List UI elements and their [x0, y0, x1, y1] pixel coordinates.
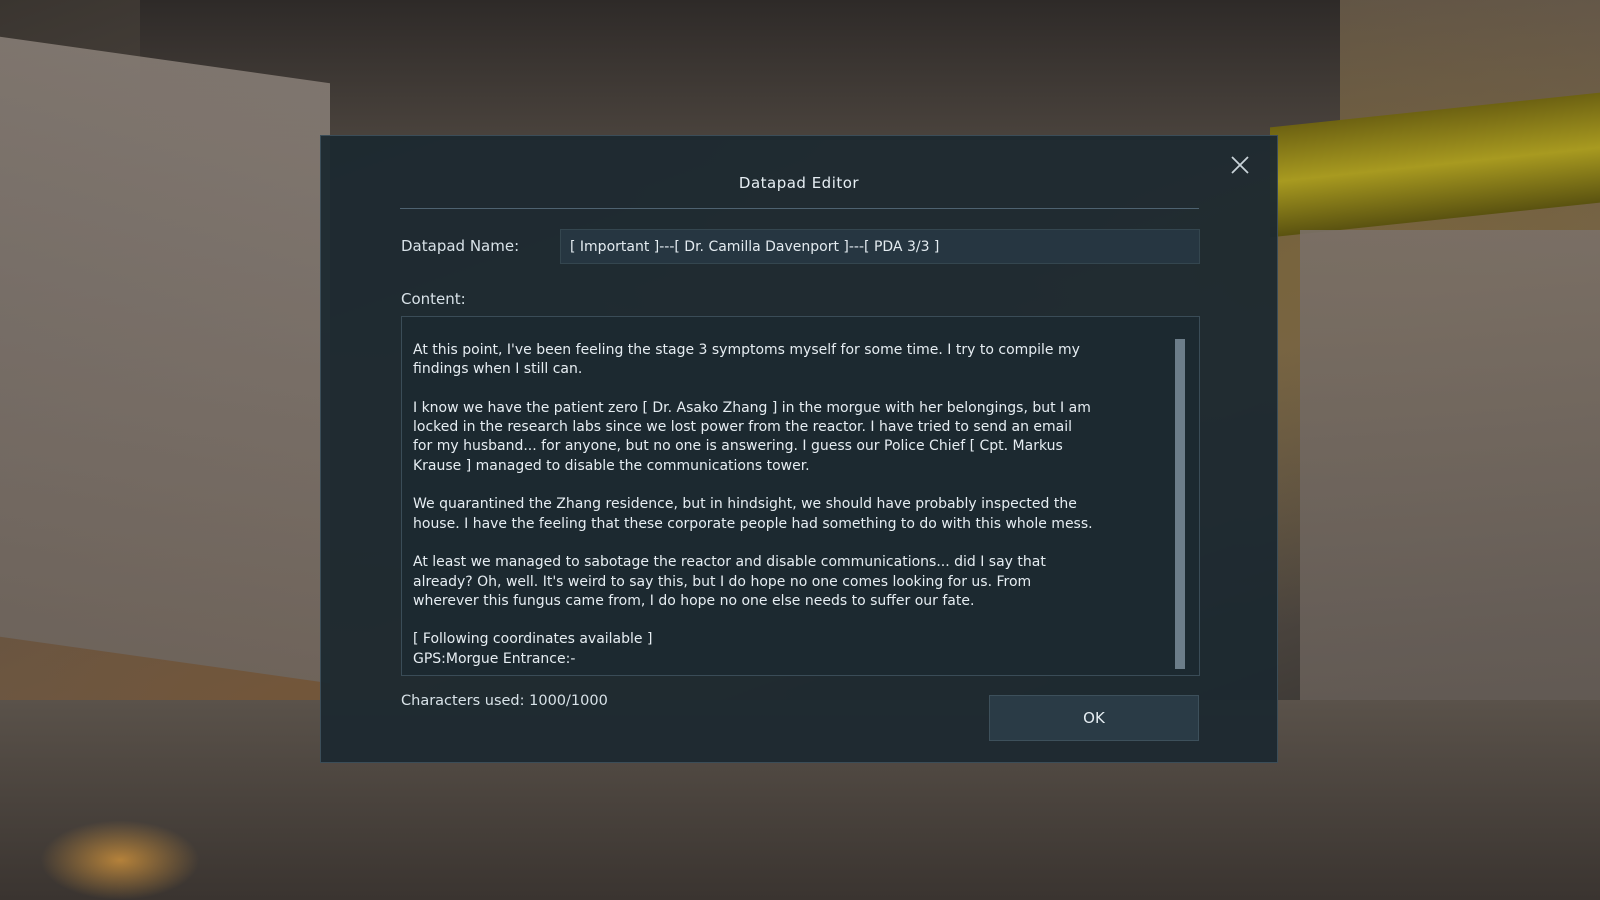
datapad-editor-dialog: Datapad Editor Datapad Name: Content: At…: [320, 135, 1278, 763]
scrollbar-thumb[interactable]: [1175, 339, 1185, 669]
dialog-title: Datapad Editor: [738, 174, 860, 192]
content-text: At this point, I've been feeling the sta…: [413, 342, 1093, 667]
characters-used-counter: Characters used: 1000/1000: [401, 693, 608, 709]
datapad-name-label: Datapad Name:: [401, 237, 520, 255]
content-scrollbar[interactable]: [1175, 339, 1185, 669]
ok-button[interactable]: OK: [989, 695, 1199, 741]
scene-light-glow: [40, 820, 200, 900]
content-label: Content:: [401, 290, 466, 308]
datapad-name-input[interactable]: [560, 229, 1200, 264]
content-textarea[interactable]: At this point, I've been feeling the sta…: [401, 316, 1200, 676]
scene-left-wall: [0, 36, 330, 684]
title-divider: [400, 208, 1199, 209]
